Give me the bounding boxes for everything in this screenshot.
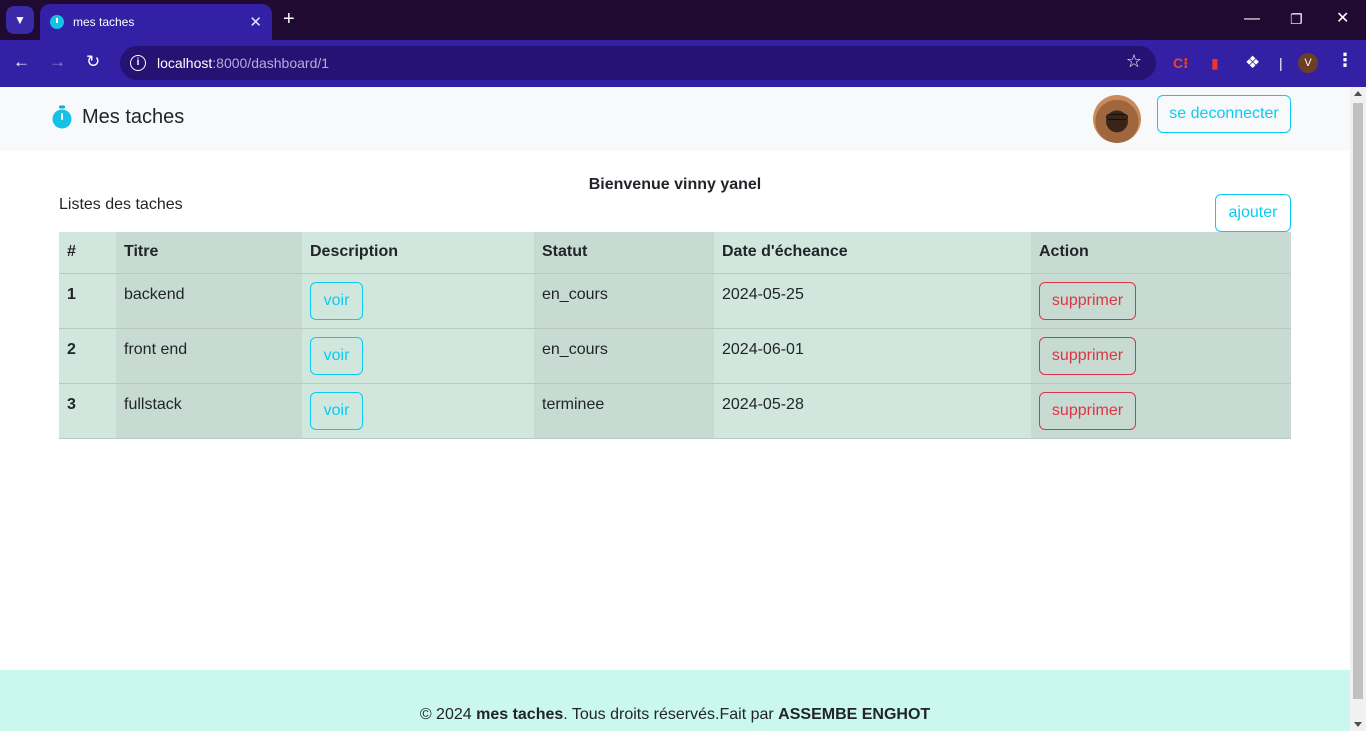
task-description-cell: voir: [302, 383, 534, 439]
stopwatch-icon: [52, 105, 72, 129]
col-action-header: Action: [1031, 232, 1291, 274]
delete-task-button[interactable]: supprimer: [1039, 391, 1136, 430]
footer-text: © 2024 mes taches. Tous droits réservés.…: [419, 706, 931, 723]
app-navbar: Mes taches se deconnecter: [0, 87, 1350, 151]
toolbar-divider: |: [1279, 55, 1283, 71]
bookmark-star-icon[interactable]: ☆: [1126, 51, 1142, 72]
back-icon[interactable]: ←: [13, 51, 30, 73]
tasks-table: # Titre Description Statut Date d'échean…: [59, 232, 1291, 439]
task-title: fullstack: [116, 383, 302, 439]
task-status: en_cours: [534, 273, 714, 329]
view-task-button[interactable]: voir: [310, 391, 363, 430]
task-title: backend: [116, 273, 302, 329]
task-description-cell: voir: [302, 328, 534, 384]
tab-search-button[interactable]: ▼: [6, 6, 34, 34]
browser-toolbar: ← → ↻ i localhost:8000/dashboard/1 ☆ C⁝ …: [0, 40, 1366, 87]
reload-icon[interactable]: ↻: [86, 51, 100, 73]
footer-author: ASSEMBE ENGHOT: [778, 706, 931, 723]
task-description-cell: voir: [302, 273, 534, 329]
browser-tab-strip: ▼ mes taches ✕ + — ❐ ✕: [0, 0, 1366, 40]
task-action-cell: supprimer: [1031, 383, 1291, 439]
forward-icon[interactable]: →: [49, 51, 66, 73]
extension-popcorn-icon[interactable]: ▮: [1211, 53, 1219, 73]
task-title: front end: [116, 328, 302, 384]
logout-button[interactable]: se deconnecter: [1157, 95, 1291, 133]
task-action-cell: supprimer: [1031, 328, 1291, 384]
col-due-date-header: Date d'écheance: [714, 232, 1031, 274]
browser-menu-icon[interactable]: ⋮: [1336, 50, 1354, 71]
browser-tab[interactable]: mes taches ✕: [40, 4, 272, 40]
task-list-title: Listes des taches: [59, 196, 183, 213]
address-bar[interactable]: i localhost:8000/dashboard/1 ☆: [120, 46, 1156, 80]
col-description-header: Description: [302, 232, 534, 274]
task-due-date: 2024-06-01: [714, 328, 1031, 384]
delete-task-button[interactable]: supprimer: [1039, 281, 1136, 320]
scroll-down-arrow-icon[interactable]: [1354, 722, 1362, 727]
extension-c-icon[interactable]: C⁝: [1173, 53, 1188, 73]
restore-icon[interactable]: ❐: [1290, 8, 1303, 30]
task-action-cell: supprimer: [1031, 273, 1291, 329]
page-footer: © 2024 mes taches. Tous droits réservés.…: [0, 670, 1350, 731]
brand-link[interactable]: Mes taches: [50, 105, 184, 129]
welcome-message: Bienvenue vinny yanel: [588, 176, 762, 193]
view-task-button[interactable]: voir: [310, 336, 363, 375]
brand-title: Mes taches: [82, 105, 185, 128]
profile-avatar[interactable]: V: [1298, 53, 1318, 73]
new-tab-icon[interactable]: +: [283, 8, 295, 30]
site-info-icon[interactable]: i: [130, 55, 146, 71]
task-status: en_cours: [534, 328, 714, 384]
col-title-header: Titre: [116, 232, 302, 274]
user-avatar: [1093, 95, 1141, 143]
avatar-glasses: [1106, 114, 1128, 120]
scroll-up-arrow-icon[interactable]: [1354, 91, 1362, 96]
table-row: 1 backend voir en_cours 2024-05-25 suppr…: [59, 273, 1291, 329]
close-window-icon[interactable]: ✕: [1336, 8, 1349, 30]
col-status-header: Statut: [534, 232, 714, 274]
task-number: 3: [59, 383, 116, 439]
view-task-button[interactable]: voir: [310, 281, 363, 320]
table-row: 2 front end voir en_cours 2024-06-01 sup…: [59, 328, 1291, 384]
task-number: 1: [59, 273, 116, 329]
extensions-puzzle-icon[interactable]: ❖: [1245, 53, 1260, 73]
page-scrollbar[interactable]: [1350, 87, 1366, 731]
stopwatch-favicon-icon: [50, 15, 64, 29]
minimize-icon[interactable]: —: [1244, 8, 1260, 30]
footer-app-name: mes taches: [476, 706, 564, 723]
table-row: 3 fullstack voir terminee 2024-05-28 sup…: [59, 383, 1291, 439]
tab-close-icon[interactable]: ✕: [249, 13, 262, 31]
task-number: 2: [59, 328, 116, 384]
add-task-button[interactable]: ajouter: [1215, 194, 1291, 232]
task-due-date: 2024-05-25: [714, 273, 1031, 329]
task-status: terminee: [534, 383, 714, 439]
task-due-date: 2024-05-28: [714, 383, 1031, 439]
scrollbar-thumb[interactable]: [1353, 103, 1363, 699]
url-text[interactable]: localhost:8000/dashboard/1: [157, 55, 329, 71]
delete-task-button[interactable]: supprimer: [1039, 336, 1136, 375]
col-number-header: #: [59, 232, 116, 274]
table-header-row: # Titre Description Statut Date d'échean…: [59, 232, 1291, 274]
tab-title: mes taches: [73, 15, 135, 29]
